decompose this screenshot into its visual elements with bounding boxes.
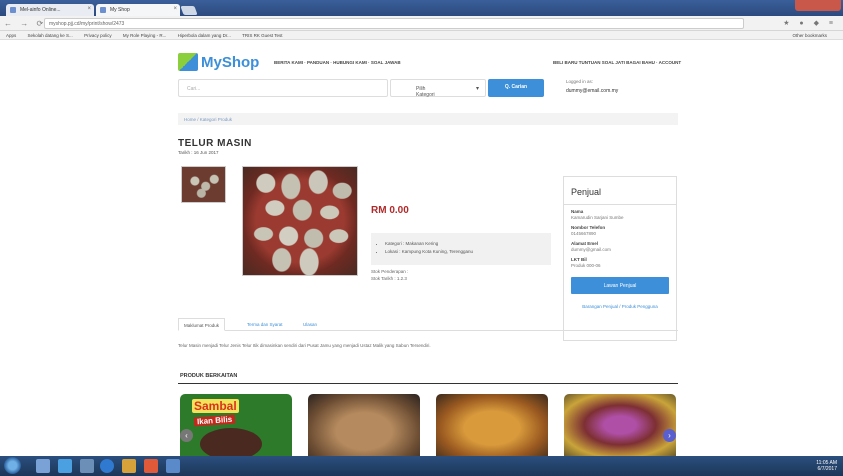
product-price: RM 0.00	[371, 205, 409, 216]
close-tab-icon[interactable]: ×	[87, 6, 91, 12]
web-page: MyShop BERITA KAMI · PANDUAN · HUBUNGI K…	[0, 40, 843, 456]
seller-field-value: Kamarudin Sarjani Sumbe	[571, 215, 624, 220]
account-links[interactable]: BELI BARU TUNTUAN SOAL JATI BAGAI BAHU ·…	[553, 60, 681, 65]
related-product-card[interactable]	[436, 394, 548, 456]
user-email[interactable]: dummy@email.com.my	[566, 88, 618, 94]
divider	[178, 383, 678, 384]
seller-field-value: Produk 000-06	[571, 263, 601, 268]
other-bookmarks[interactable]: Other bookmarks	[792, 33, 827, 38]
bookmark-item[interactable]: My Role Playing - R...	[123, 33, 167, 38]
main-nav[interactable]: BERITA KAMI · PANDUAN · HUBUNGI KAMI · S…	[274, 60, 401, 65]
product-date: Tarikh : 16 Jun 2017	[178, 150, 219, 155]
folder-icon[interactable]	[80, 459, 94, 473]
close-tab-icon[interactable]: ×	[173, 6, 177, 12]
tab-reviews[interactable]: Ulasan	[298, 318, 322, 331]
navigation-buttons[interactable]: ← → ⟳	[4, 19, 46, 28]
bookmark-item[interactable]: Privacy policy	[84, 33, 112, 38]
tab-terms[interactable]: Terma dan Syarat	[242, 318, 288, 331]
browser-tab-active[interactable]: My Shop ×	[96, 4, 180, 16]
browser-tab[interactable]: Mel-ainfo Online... ×	[6, 4, 94, 16]
bookmark-item[interactable]: Sekolah datang ke S...	[28, 33, 73, 38]
app-icon[interactable]	[166, 459, 180, 473]
related-product-card[interactable]	[564, 394, 676, 456]
chrome-icon[interactable]	[144, 459, 158, 473]
logged-in-label: Logged in as:	[566, 79, 594, 84]
bookmark-item[interactable]: Hiperbola dalam yang Dr...	[178, 33, 231, 38]
media-player-icon[interactable]	[58, 459, 72, 473]
product-title: TELUR MASIN	[178, 138, 252, 149]
product-detail-item: Kategori : Makanan Kering	[385, 240, 545, 248]
category-select-value: Pilih Kategori	[416, 86, 435, 98]
bookmarks-bar: Apps Sekolah datang ke S... Privacy poli…	[0, 31, 843, 40]
extension-icons[interactable]: ★ ● ◆ ≡	[783, 19, 837, 27]
internet-explorer-icon[interactable]	[100, 459, 114, 473]
start-button-icon[interactable]	[4, 457, 21, 474]
breadcrumb[interactable]: Home / Kategori Produk	[178, 113, 678, 125]
product-thumbnail[interactable]	[181, 166, 226, 203]
related-products-heading: PRODUK BERKAITAN	[180, 373, 238, 379]
bookmark-item[interactable]: Apps	[6, 33, 16, 38]
browser-tab-bar: Mel-ainfo Online... × My Shop ×	[0, 0, 843, 16]
os-taskbar: 11:05 AM 6/7/2017	[0, 456, 843, 476]
system-tray-clock[interactable]: 11:05 AM 6/7/2017	[816, 460, 837, 472]
product-image	[200, 428, 262, 456]
new-tab-button[interactable]	[180, 6, 198, 15]
carousel-prev-icon[interactable]: ‹	[180, 429, 193, 442]
tab-favicon-icon	[10, 7, 16, 13]
tab-title: Mel-ainfo Online...	[20, 7, 61, 13]
shopping-bag-icon	[178, 53, 198, 71]
search-input[interactable]: Cari...	[178, 79, 388, 97]
search-button[interactable]: Q. Carian	[488, 79, 544, 97]
seller-field-value: dummy@gmail.com	[571, 247, 611, 252]
stock-label: Stok Penderapan :	[371, 269, 409, 274]
product-tabs: Maklumat Produk Terma dan Syarat Ulasan	[178, 318, 678, 331]
tab-favicon-icon	[100, 7, 106, 13]
explorer-icon[interactable]	[36, 459, 50, 473]
product-brand-text: Ikan Bilis	[193, 414, 236, 427]
related-product-card[interactable]: Sambal Ikan Bilis	[180, 394, 292, 456]
stock-info: Stok Penderapan : Stok Tarikh : 1.2.3	[371, 268, 408, 282]
carousel-next-icon[interactable]: ›	[663, 429, 676, 442]
related-product-card[interactable]	[308, 394, 420, 456]
stock-value: Stok Tarikh : 1.2.3	[371, 276, 407, 281]
other-products-link[interactable]: Barangan Penjual / Produk Pengguna	[564, 304, 676, 309]
seller-field-value: 0145667890	[571, 231, 597, 236]
window-close-button[interactable]	[795, 0, 841, 11]
product-description: Telur Masin menjadi Telur Jenis Telur It…	[178, 343, 431, 348]
logged-in-info: Logged in as: dummy@email.com.my	[566, 79, 618, 94]
product-detail-item: Lokasi : Kampung Kota Kuning, Terengganu	[385, 248, 545, 256]
url-input[interactable]: myshop.pjj.cd/my/print/show/2473	[44, 18, 744, 29]
tab-title: My Shop	[110, 7, 130, 13]
tab-product-info[interactable]: Maklumat Produk	[178, 318, 226, 331]
product-details: Kategori : Makanan Kering Lokasi : Kampu…	[371, 233, 551, 265]
bookmark-item[interactable]: TRIS RK Guest Test	[242, 33, 282, 38]
chevron-down-icon: ▾	[475, 86, 479, 92]
seller-field: Nama Kamarudin Sarjani Sumbe Nombor Tele…	[564, 209, 676, 269]
product-brand-text: Sambal	[192, 399, 239, 413]
logo-text: MyShop	[201, 53, 260, 71]
address-bar-row: ← → ⟳ myshop.pjj.cd/my/print/show/2473 ★…	[0, 16, 843, 31]
seller-panel: Penjual Nama Kamarudin Sarjani Sumbe Nom…	[563, 176, 677, 341]
clock-date: 6/7/2017	[817, 466, 837, 472]
category-select[interactable]: Pilih Kategori ▾	[390, 79, 486, 98]
contact-seller-button[interactable]: Lawan Penjual	[571, 277, 669, 294]
app-icon[interactable]	[122, 459, 136, 473]
product-main-image[interactable]	[242, 166, 358, 276]
site-logo[interactable]: MyShop	[178, 53, 259, 71]
seller-heading: Penjual	[564, 177, 676, 205]
